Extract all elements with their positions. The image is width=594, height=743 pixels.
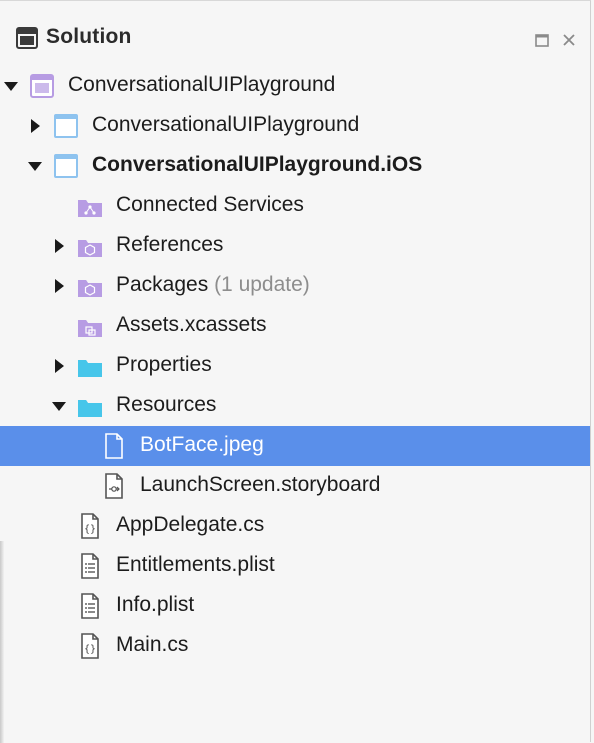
tree-item-text: BotFace.jpeg bbox=[140, 433, 264, 456]
tree-row[interactable]: LaunchScreen.storyboard bbox=[0, 466, 590, 506]
pad-window-icon bbox=[16, 27, 38, 49]
tree-item-text: Resources bbox=[116, 393, 217, 416]
csharp-file-icon: {} bbox=[76, 512, 104, 540]
solution-pad: Solution ConversationalUIPlayground Conve… bbox=[0, 0, 591, 743]
update-count-note: (1 update) bbox=[208, 273, 310, 296]
tree-item-text: Properties bbox=[116, 353, 212, 376]
tree-item-text: References bbox=[116, 233, 224, 256]
pad-header: Solution bbox=[0, 1, 590, 63]
tree-item-label: AppDelegate.cs bbox=[116, 513, 264, 537]
close-icon[interactable] bbox=[561, 32, 577, 48]
maximize-button[interactable] bbox=[534, 32, 550, 48]
tree-item-text: Main.cs bbox=[116, 633, 189, 656]
tree-row[interactable]: BotFace.jpeg bbox=[0, 426, 590, 466]
tree-row[interactable]: {} Main.cs bbox=[0, 626, 590, 666]
tree-row[interactable]: ConversationalUIPlayground.iOS bbox=[0, 146, 590, 186]
plist-file-icon bbox=[76, 592, 104, 620]
tree-item-label: Connected Services bbox=[116, 193, 304, 217]
tree-row[interactable]: Packages (1 update) bbox=[0, 266, 590, 306]
project-icon bbox=[52, 112, 80, 140]
tree-row[interactable]: ConversationalUIPlayground bbox=[0, 66, 590, 106]
folder-icon bbox=[76, 352, 104, 380]
tree-item-text: Entitlements.plist bbox=[116, 553, 275, 576]
svg-text:{}: {} bbox=[84, 524, 96, 535]
assets-folder-icon bbox=[76, 312, 104, 340]
tree-item-label: ConversationalUIPlayground.iOS bbox=[92, 153, 422, 177]
disclosure-collapsed-icon[interactable] bbox=[51, 358, 67, 374]
tree-item-text: Connected Services bbox=[116, 193, 304, 216]
tree-item-text: Assets.xcassets bbox=[116, 313, 267, 336]
tree-row[interactable]: Connected Services bbox=[0, 186, 590, 226]
storyboard-file-icon bbox=[100, 472, 128, 500]
disclosure-collapsed-icon[interactable] bbox=[27, 118, 43, 134]
tree-item-text: ConversationalUIPlayground bbox=[92, 113, 360, 136]
tree-item-text: ConversationalUIPlayground bbox=[68, 73, 336, 96]
tree-item-text: AppDelegate.cs bbox=[116, 513, 265, 536]
tree-row[interactable]: ConversationalUIPlayground bbox=[0, 106, 590, 146]
window-edge bbox=[0, 541, 4, 743]
project-icon bbox=[52, 152, 80, 180]
solution-icon bbox=[28, 72, 56, 100]
tree-item-label: Main.cs bbox=[116, 633, 188, 657]
tree-row[interactable]: Assets.xcassets bbox=[0, 306, 590, 346]
plist-file-icon bbox=[76, 552, 104, 580]
tree-item-text: ConversationalUIPlayground.iOS bbox=[92, 153, 423, 176]
folder-icon bbox=[76, 392, 104, 420]
tree-row[interactable]: References bbox=[0, 226, 590, 266]
tree-item-label: Info.plist bbox=[116, 593, 194, 617]
pad-title: Solution bbox=[46, 25, 132, 48]
connected-services-folder-icon bbox=[76, 192, 104, 220]
tree-row[interactable]: Entitlements.plist bbox=[0, 546, 590, 586]
disclosure-expanded-icon[interactable] bbox=[27, 158, 43, 174]
tree-item-label: ConversationalUIPlayground bbox=[68, 73, 335, 97]
tree-item-label: Resources bbox=[116, 393, 216, 417]
tree-item-label: ConversationalUIPlayground bbox=[92, 113, 359, 137]
tree-row[interactable]: Info.plist bbox=[0, 586, 590, 626]
disclosure-collapsed-icon[interactable] bbox=[51, 238, 67, 254]
tree-item-label: References bbox=[116, 233, 223, 257]
tree-item-label: Packages (1 update) bbox=[116, 273, 310, 297]
tree-item-label: BotFace.jpeg bbox=[140, 433, 264, 457]
references-folder-icon bbox=[76, 232, 104, 260]
file-icon bbox=[100, 432, 128, 460]
disclosure-expanded-icon[interactable] bbox=[3, 78, 19, 94]
svg-text:{}: {} bbox=[84, 644, 96, 655]
tree-row[interactable]: Resources bbox=[0, 386, 590, 426]
tree-row[interactable]: Properties bbox=[0, 346, 590, 386]
disclosure-expanded-icon[interactable] bbox=[51, 398, 67, 414]
tree-item-text: Info.plist bbox=[116, 593, 195, 616]
csharp-file-icon: {} bbox=[76, 632, 104, 660]
packages-folder-icon bbox=[76, 272, 104, 300]
tree-item-label: Assets.xcassets bbox=[116, 313, 267, 337]
tree-item-label: Properties bbox=[116, 353, 212, 377]
tree-row[interactable]: {} AppDelegate.cs bbox=[0, 506, 590, 546]
tree-item-text: Packages bbox=[116, 273, 209, 296]
tree-item-label: LaunchScreen.storyboard bbox=[140, 473, 381, 497]
disclosure-collapsed-icon[interactable] bbox=[51, 278, 67, 294]
tree-item-text: LaunchScreen.storyboard bbox=[140, 473, 381, 496]
tree-item-label: Entitlements.plist bbox=[116, 553, 275, 577]
